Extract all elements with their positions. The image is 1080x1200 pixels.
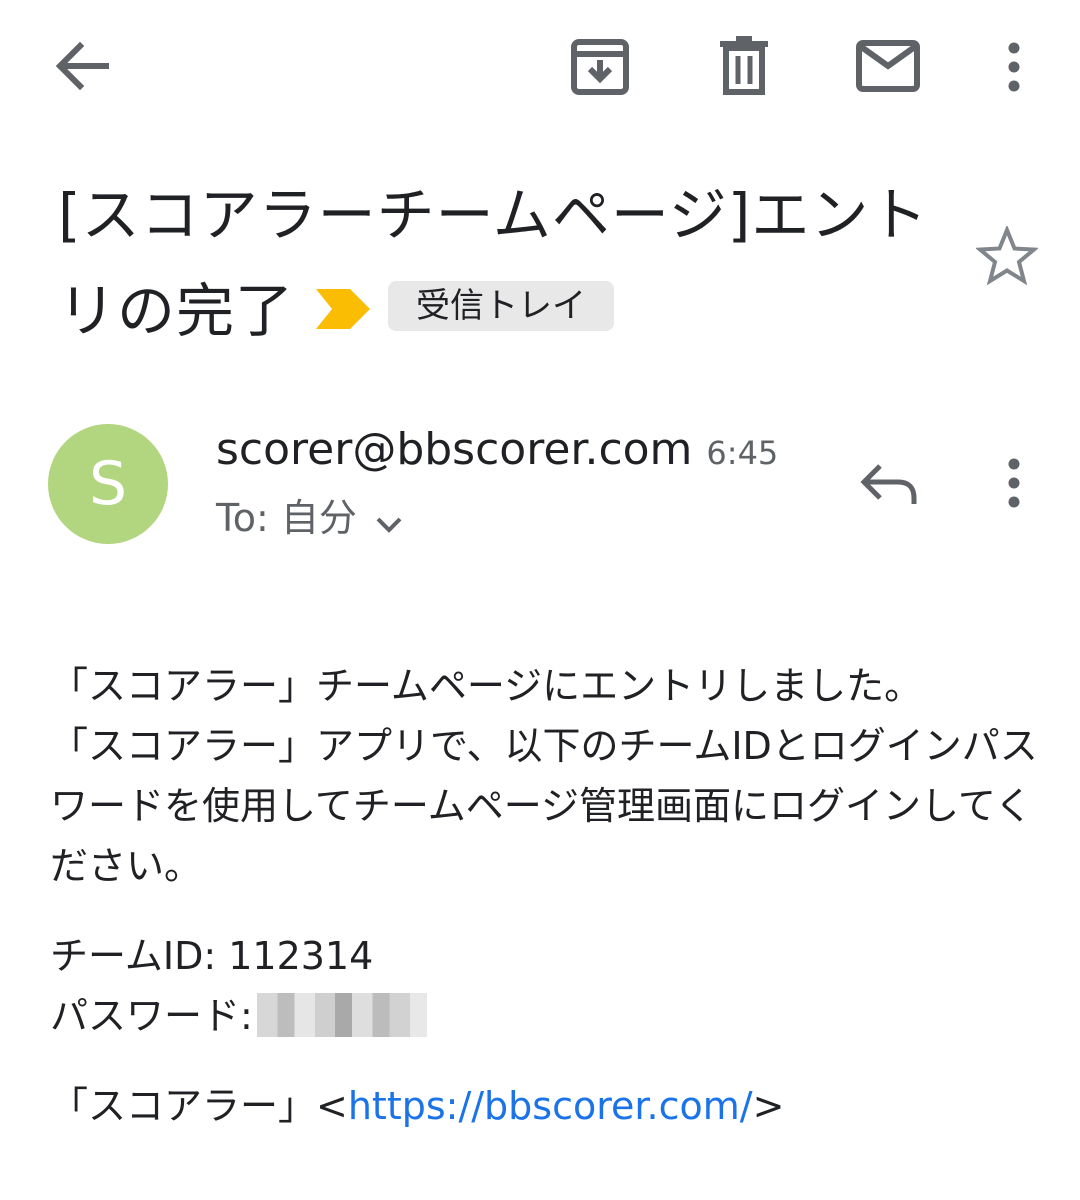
sender-email[interactable]: scorer@bbscorer.com (216, 424, 692, 475)
signature-suffix: > (752, 1084, 785, 1128)
archive-icon[interactable] (570, 38, 630, 96)
mail-icon[interactable] (856, 40, 920, 92)
message-more-vert-icon[interactable] (1004, 458, 1024, 508)
label-chip-inbox[interactable]: 受信トレイ (388, 281, 615, 331)
arrow-back-icon[interactable] (50, 38, 114, 94)
sender-avatar[interactable]: S (48, 424, 168, 544)
chevron-down-icon[interactable] (375, 493, 403, 549)
signature-link[interactable]: https://bbscorer.com/ (348, 1084, 753, 1128)
signature-line: 「スコアラー」<https://bbscorer.com/> (50, 1076, 1040, 1136)
message-body: 「スコアラー」チームページにエントリしました。 「スコアラー」アプリで、以下のチ… (50, 656, 1040, 1136)
message-time: 6:45 (706, 434, 779, 472)
team-id-line: チームID: 112314 (50, 934, 374, 978)
body-line-instructions: 「スコアラー」アプリで、以下のチームIDとログインパスワードを使用してチームペー… (50, 724, 1038, 888)
password-label: パスワード: (50, 994, 253, 1038)
trash-icon[interactable] (718, 36, 770, 96)
sender-line: scorer@bbscorer.com 6:45 (216, 420, 778, 483)
password-line: パスワード: (50, 986, 1040, 1046)
importance-marker-icon[interactable] (316, 262, 371, 329)
star-outline-icon[interactable] (976, 226, 1038, 286)
signature-prefix: 「スコアラー」< (50, 1084, 348, 1128)
email-subject: [スコアラーチームページ]エントリの完了 受信トレイ (58, 168, 938, 358)
recipient-details-toggle[interactable]: To: 自分 (216, 490, 403, 549)
reply-icon[interactable] (860, 462, 918, 506)
redacted-password (256, 993, 427, 1037)
more-vert-icon[interactable] (1004, 42, 1024, 92)
body-line-entry: 「スコアラー」チームページにエントリしました。 (50, 664, 923, 708)
avatar-letter: S (88, 449, 128, 519)
recipient-text: To: 自分 (216, 496, 357, 540)
